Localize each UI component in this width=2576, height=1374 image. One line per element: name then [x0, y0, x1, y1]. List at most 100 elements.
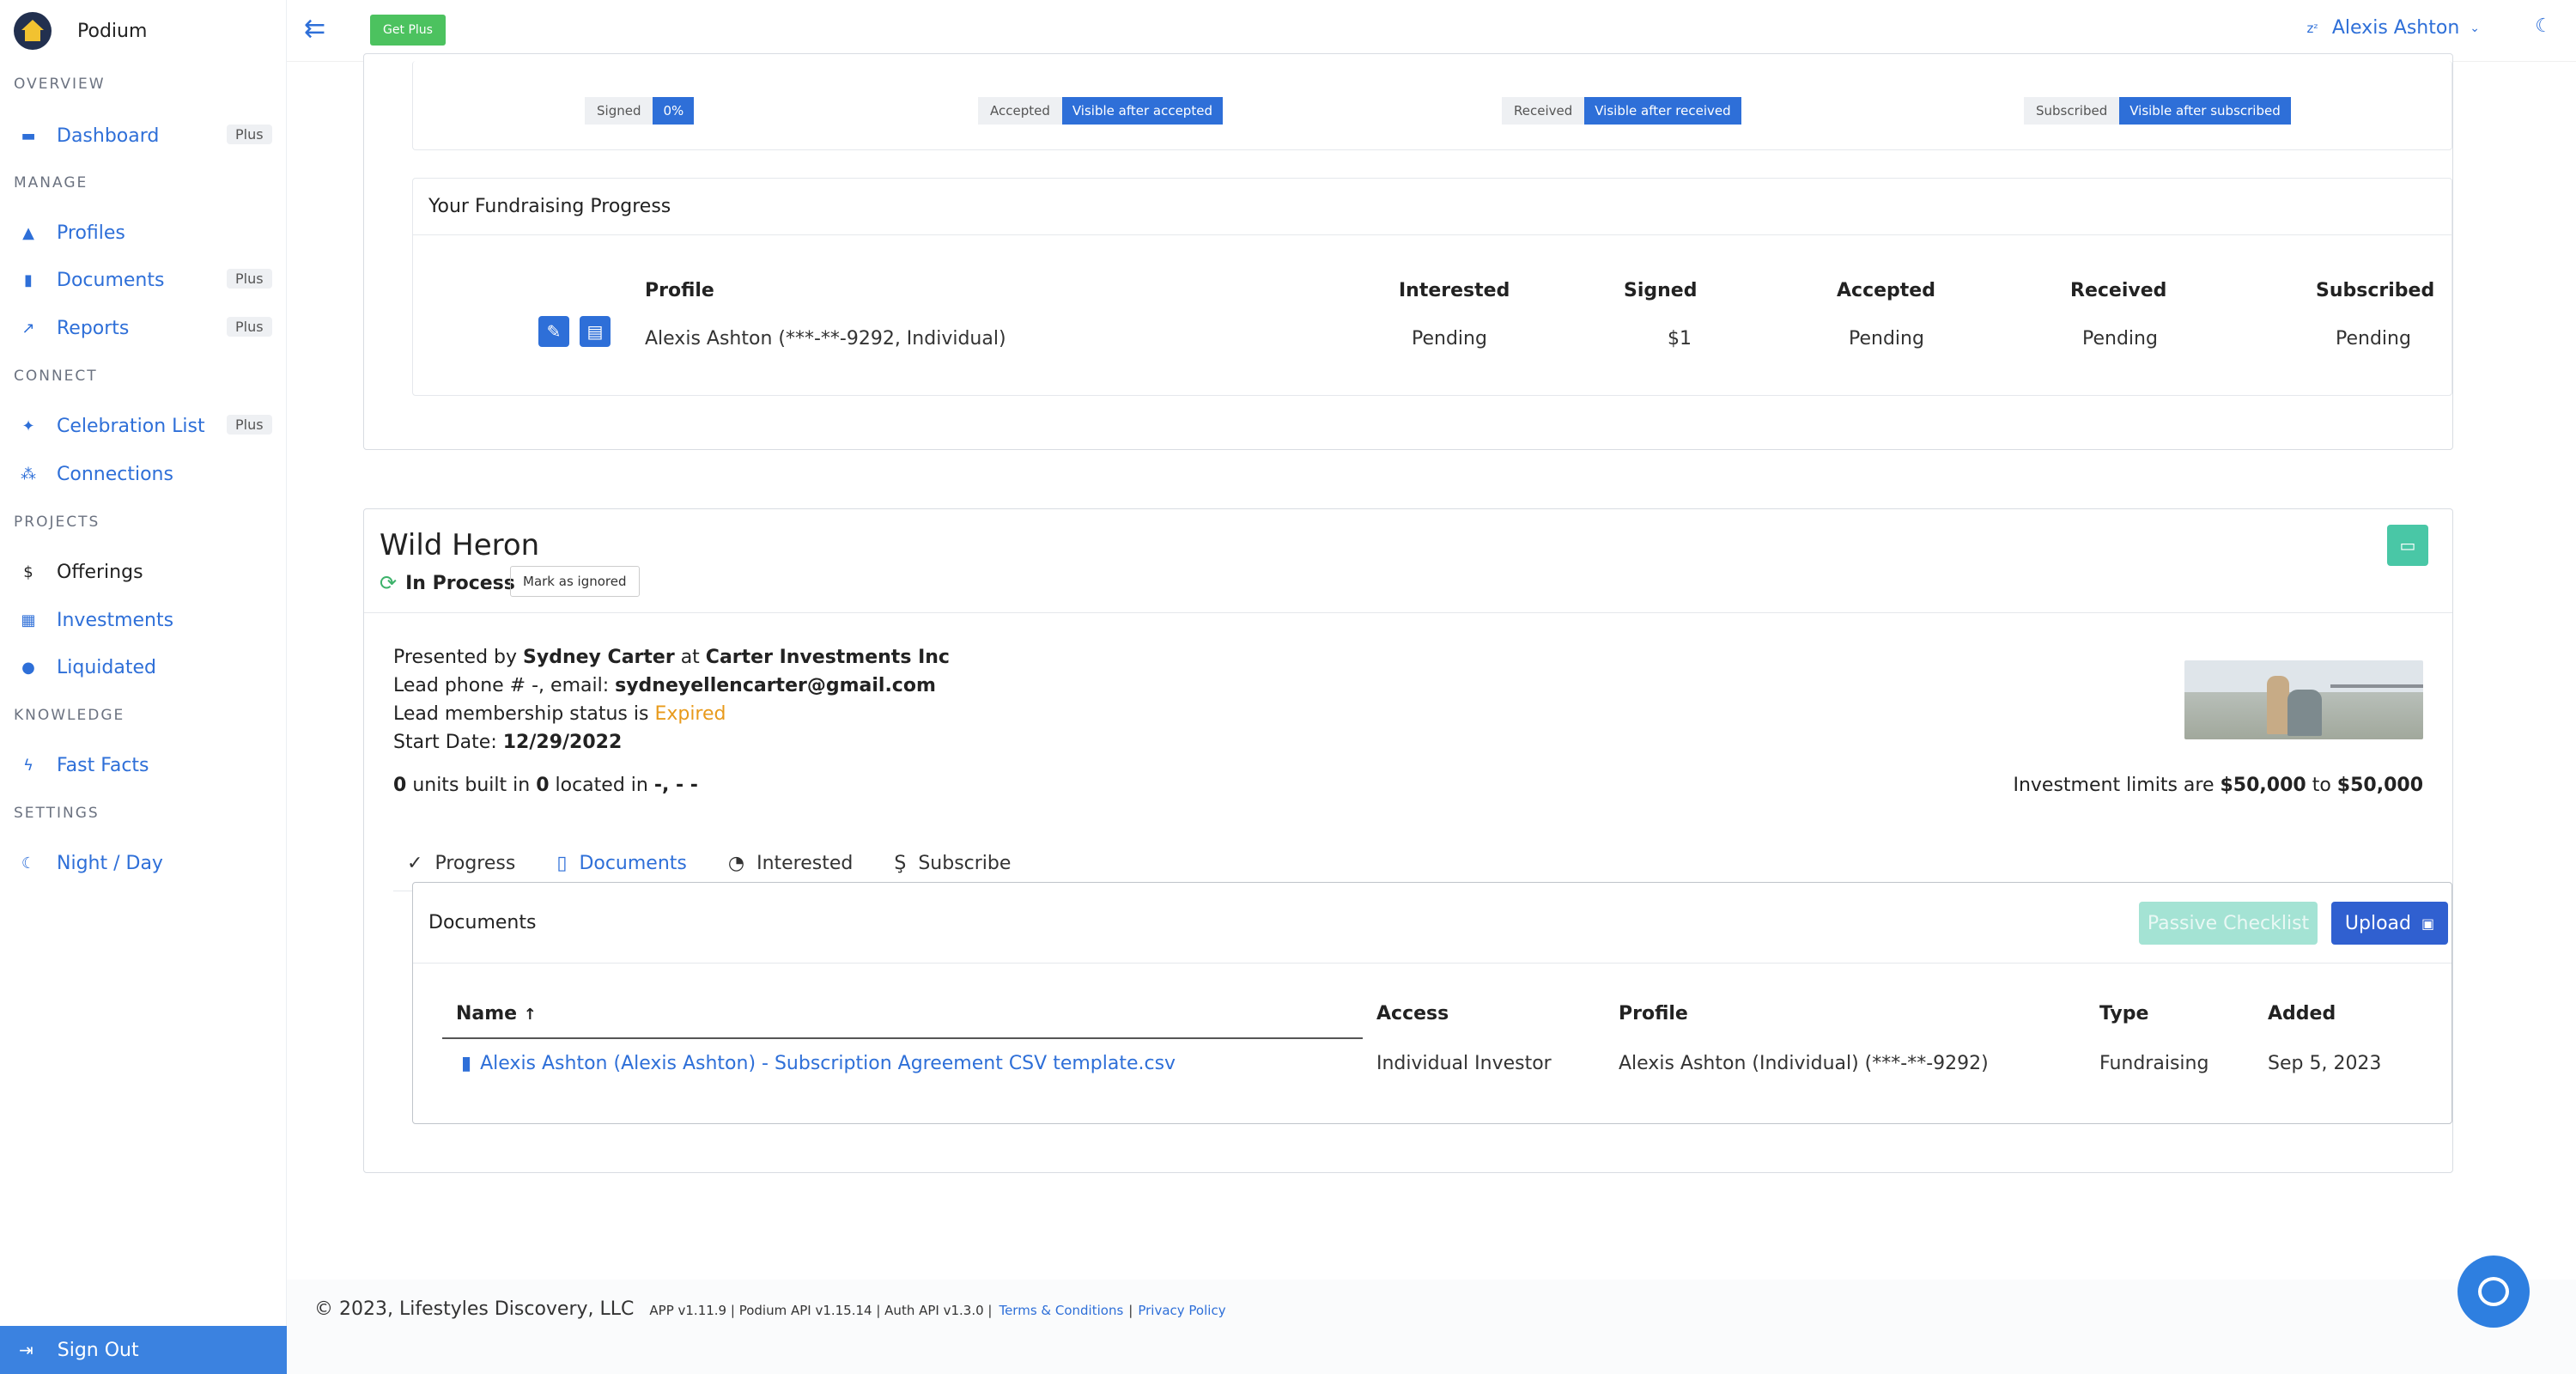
podium-logo-icon: [14, 12, 52, 50]
brand[interactable]: Podium: [14, 12, 147, 50]
accepted-stat: Accepted Visible after accepted: [978, 97, 1223, 125]
moon-icon: ☾: [21, 854, 36, 872]
sidebar-item-label: Fast Facts: [57, 754, 149, 776]
signed-stat: Signed 0%: [585, 97, 695, 125]
section-overview: OVERVIEW: [14, 76, 106, 93]
upload-button[interactable]: Upload ▣: [2331, 902, 2448, 945]
chart-icon: ↗: [21, 319, 35, 337]
privacy-link[interactable]: Privacy Policy: [1138, 1303, 1225, 1318]
offering-card-button[interactable]: ▭: [2387, 525, 2428, 566]
offering-card-previous: Signed 0% Accepted Visible after accepte…: [363, 53, 2453, 450]
sidebar-item-label: Liquidated: [57, 656, 156, 678]
sidebar-item-documents[interactable]: ▮ Documents Plus: [19, 264, 276, 295]
party-icon: ✦: [21, 416, 35, 435]
sleep-icon: zᶻ: [2306, 20, 2318, 36]
profiles-icon: ▲: [22, 223, 34, 242]
sign-out-button[interactable]: ⇥ Sign Out: [0, 1326, 287, 1374]
col-subscribed: Subscribed: [2316, 280, 2435, 301]
section-manage: MANAGE: [14, 174, 88, 192]
sidebar-item-fast-facts[interactable]: ϟ Fast Facts: [19, 750, 276, 781]
col-profile: Profile: [645, 280, 714, 301]
col-name[interactable]: Name ↑: [456, 1003, 537, 1024]
fundraising-progress-card: Your Fundraising Progress Profile Intere…: [412, 178, 2452, 396]
sidebar-item-label: Reports: [57, 317, 130, 339]
col-type: Type: [2099, 1003, 2149, 1024]
user-name: Alexis Ashton: [2331, 17, 2460, 39]
lightning-icon: ϟ: [23, 756, 33, 775]
fundraising-title: Your Fundraising Progress: [413, 179, 2451, 235]
row-subscribed: Pending: [2336, 328, 2411, 350]
sidebar-item-night-day[interactable]: ☾ Night / Day: [19, 848, 276, 879]
tab-subscribe[interactable]: Ş Subscribe: [894, 853, 1011, 874]
mark-ignored-button[interactable]: Mark as ignored: [510, 566, 640, 597]
document-type: Fundraising: [2099, 1053, 2209, 1074]
refresh-icon: ⟳: [380, 571, 398, 595]
dashboard-icon: ▬: [21, 126, 36, 145]
sort-underline: [442, 1037, 1363, 1039]
offering-status: ⟳ In Process: [380, 571, 515, 595]
document-link[interactable]: ▮ Alexis Ashton (Alexis Ashton) - Subscri…: [461, 1053, 1176, 1074]
connections-icon: ⁂: [21, 465, 36, 483]
user-menu[interactable]: zᶻ Alexis Ashton ⌄: [2307, 17, 2481, 39]
sidebar-item-label: Night / Day: [57, 852, 163, 874]
sidebar-item-investments[interactable]: ▦ Investments: [19, 605, 276, 635]
sidebar-item-profiles[interactable]: ▲ Profiles: [19, 217, 276, 248]
sidebar-item-connections[interactable]: ⁂ Connections: [19, 459, 276, 489]
sort-arrow-up-icon: ↑: [523, 1006, 537, 1024]
document-profile: Alexis Ashton (Individual) (***-**-9292): [1619, 1053, 1989, 1074]
footer-text: © 2023, Lifestyles Discovery, LLC APP v1…: [314, 1298, 1226, 1320]
row-signed: $1: [1668, 328, 1692, 350]
tab-progress[interactable]: ✓ Progress: [407, 853, 515, 874]
sidebar-item-label: Offerings: [57, 561, 143, 583]
gauge-icon: ◔: [727, 853, 745, 874]
building-icon: ▦: [21, 611, 36, 629]
document-added: Sep 5, 2023: [2268, 1053, 2382, 1074]
section-connect: CONNECT: [14, 368, 98, 385]
tab-documents[interactable]: ▯ Documents: [556, 853, 687, 874]
sign-out-label: Sign Out: [57, 1339, 139, 1361]
investment-limits: Investment limits are $50,000 to $50,000: [2013, 775, 2423, 796]
chat-bubble-icon: [2478, 1277, 2509, 1306]
passive-checklist-button[interactable]: Passive Checklist: [2139, 902, 2318, 945]
plus-badge: Plus: [227, 125, 272, 144]
sidebar: Podium OVERVIEW ▬ Dashboard Plus MANAGE …: [0, 0, 287, 1374]
signature-icon: Ş: [894, 853, 907, 874]
chat-button[interactable]: [2458, 1255, 2530, 1328]
units-location: 0 units built in 0 located in -, - -: [393, 775, 698, 796]
row-accepted: Pending: [1849, 328, 1924, 350]
collapse-sidebar-icon[interactable]: ⇇: [304, 14, 335, 45]
terms-link[interactable]: Terms & Conditions: [999, 1303, 1123, 1318]
stats-row: Signed 0% Accepted Visible after accepte…: [412, 61, 2452, 150]
sidebar-item-label: Profiles: [57, 222, 125, 244]
tab-interested[interactable]: ◔ Interested: [728, 853, 853, 874]
subscribed-stat: Subscribed Visible after subscribed: [2024, 97, 2291, 125]
theme-toggle-icon[interactable]: ☾: [2535, 15, 2552, 37]
version-info: APP v1.11.9 | Podium API v1.15.14 | Auth…: [649, 1303, 993, 1318]
document-icon: ▯: [556, 853, 568, 874]
col-accepted: Accepted: [1837, 280, 1935, 301]
file-upload-icon: ▣: [2421, 915, 2435, 932]
sign-out-icon: ⇥: [19, 1340, 33, 1360]
view-document-button[interactable]: ▤: [580, 316, 611, 347]
divider: [364, 612, 2452, 613]
get-plus-button[interactable]: Get Plus: [370, 15, 446, 46]
chevron-down-icon: ⌄: [2470, 21, 2480, 35]
received-stat: Received Visible after received: [1502, 97, 1741, 125]
sidebar-item-reports[interactable]: ↗ Reports Plus: [19, 313, 276, 344]
sidebar-item-liquidated[interactable]: ● Liquidated: [19, 652, 276, 683]
edit-button[interactable]: ✎: [538, 316, 569, 347]
offering-tabs: ✓ Progress ▯ Documents ◔ Interested Ş Su…: [407, 853, 1052, 874]
sidebar-item-celebration-list[interactable]: ✦ Celebration List Plus: [19, 410, 276, 441]
start-date: Start Date: 12/29/2022: [393, 732, 623, 753]
sidebar-item-dashboard[interactable]: ▬ Dashboard Plus: [19, 120, 276, 151]
row-profile: Alexis Ashton (***-**-9292, Individual): [645, 328, 1006, 350]
sidebar-item-label: Connections: [57, 463, 173, 485]
col-signed: Signed: [1624, 280, 1698, 301]
dollar-icon: $: [23, 562, 33, 581]
presented-by: Presented by Sydney Carter at Carter Inv…: [393, 647, 950, 668]
col-access: Access: [1376, 1003, 1449, 1024]
sidebar-item-offerings[interactable]: $ Offerings: [19, 556, 276, 587]
check-circle-icon: ✓: [407, 853, 423, 874]
col-received: Received: [2070, 280, 2167, 301]
plus-badge: Plus: [227, 269, 272, 289]
